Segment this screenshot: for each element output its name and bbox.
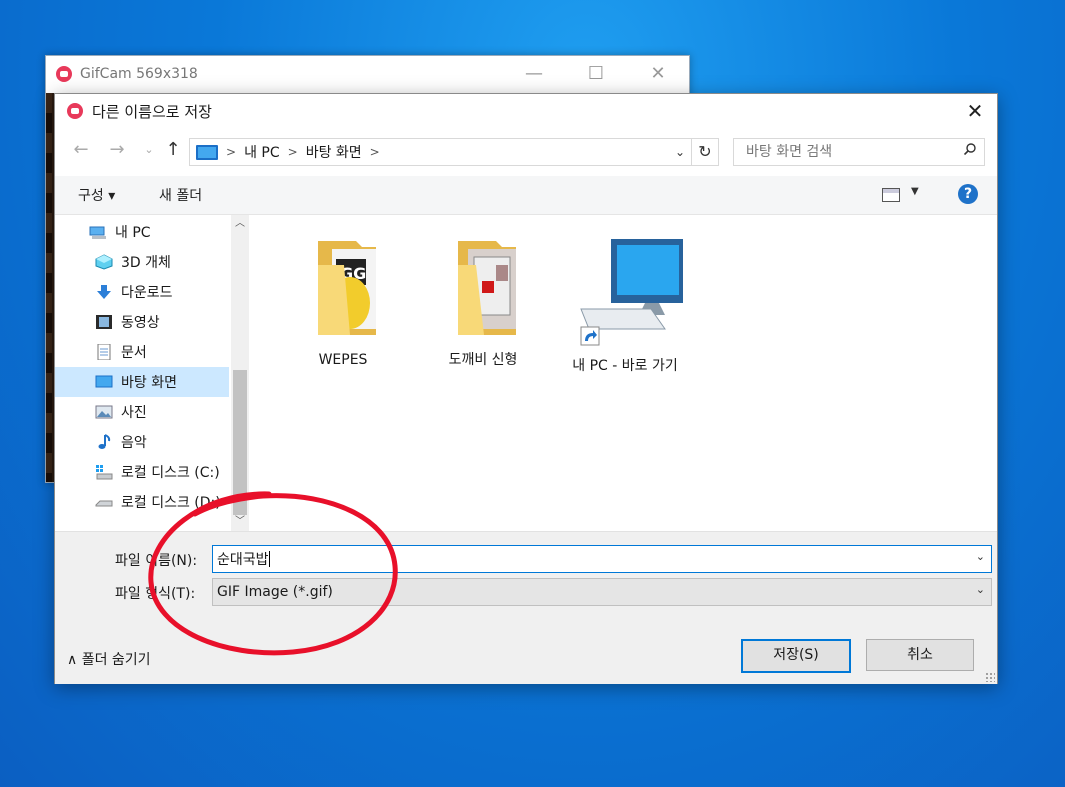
drive-d-icon bbox=[95, 494, 113, 510]
chevron-down-icon[interactable]: ⌄ bbox=[976, 583, 985, 596]
chevron-right-icon[interactable]: > bbox=[288, 145, 298, 159]
filetype-label: 파일 형식(T): bbox=[115, 586, 196, 602]
sidebar-item-pictures[interactable]: 사진 bbox=[55, 397, 229, 427]
search-icon[interactable] bbox=[964, 143, 976, 155]
scroll-down-icon[interactable]: ﹀ bbox=[231, 513, 249, 531]
sidebar-scrollbar[interactable]: ︿ ﹀ bbox=[231, 215, 249, 531]
scroll-up-icon[interactable]: ︿ bbox=[231, 215, 249, 233]
view-options-icon[interactable] bbox=[882, 188, 900, 202]
sidebar-item-label: 다운로드 bbox=[121, 285, 173, 301]
sidebar-item-music[interactable]: 음악 bbox=[55, 427, 229, 457]
navigation-bar: ← → ⌄ ↑ > 내 PC > 바탕 화면 > ⌄ ↻ bbox=[55, 132, 997, 168]
help-icon[interactable]: ? bbox=[958, 184, 978, 204]
chevron-right-icon[interactable]: > bbox=[226, 145, 236, 159]
text-cursor bbox=[268, 551, 270, 567]
sidebar-item-label: 음악 bbox=[121, 435, 147, 451]
resize-grip-icon[interactable] bbox=[985, 672, 995, 682]
organize-button[interactable]: 구성 ▾ bbox=[78, 185, 115, 205]
hide-folders-toggle[interactable]: ∧ 폴더 숨기기 bbox=[67, 649, 151, 669]
sidebar-item-label: 동영상 bbox=[121, 315, 160, 331]
sidebar-item-label: 로컬 디스크 (C:) bbox=[121, 465, 220, 481]
minimize-icon[interactable]: — bbox=[503, 56, 565, 92]
filetype-select[interactable]: GIF Image (*.gif) ⌄ bbox=[212, 578, 992, 606]
chevron-down-icon[interactable]: ⌄ bbox=[976, 550, 985, 563]
back-arrow-icon[interactable]: ← bbox=[69, 138, 93, 162]
sidebar-item-label: 3D 개체 bbox=[121, 255, 171, 271]
chevron-right-icon[interactable]: > bbox=[370, 145, 380, 159]
cube-icon bbox=[95, 254, 113, 270]
sidebar-item-label: 바탕 화면 bbox=[121, 375, 177, 391]
filename-value: 순대국밥 bbox=[217, 552, 269, 568]
search-box bbox=[733, 138, 985, 166]
navigation-pane: 내 PC 3D 개체 다운로드 동영상 문서 바탕 화면 사진 음악 로컬 디스… bbox=[55, 215, 249, 531]
save-button[interactable]: 저장(S) bbox=[741, 639, 851, 673]
gifcam-app-icon bbox=[67, 103, 83, 119]
file-item-wepes[interactable]: GG WEPES bbox=[273, 237, 413, 369]
folder-icon: GG bbox=[318, 241, 376, 335]
breadcrumb-desktop[interactable]: 바탕 화면 bbox=[306, 142, 362, 162]
sidebar-item-drive-c[interactable]: 로컬 디스크 (C:) bbox=[55, 457, 229, 487]
filetype-value: GIF Image (*.gif) bbox=[217, 584, 333, 600]
maximize-icon[interactable]: ☐ bbox=[565, 56, 627, 92]
download-icon bbox=[95, 284, 113, 300]
breadcrumb-pc[interactable]: 내 PC bbox=[244, 142, 280, 162]
sidebar-item-label: 내 PC bbox=[115, 225, 151, 241]
sidebar-item-label: 문서 bbox=[121, 345, 147, 361]
save-options-panel: 파일 이름(N): 순대국밥 ⌄ 파일 형식(T): GIF Image (*.… bbox=[55, 531, 997, 684]
desktop-icon bbox=[95, 374, 113, 390]
picture-icon bbox=[95, 404, 113, 420]
pc-icon bbox=[89, 224, 107, 240]
dialog-title: 다른 이름으로 저장 bbox=[92, 102, 212, 121]
save-as-dialog: 다른 이름으로 저장 ✕ ← → ⌄ ↑ > 내 PC > 바탕 화면 > ⌄ … bbox=[54, 93, 998, 684]
scrollbar-thumb[interactable] bbox=[233, 370, 247, 515]
close-icon[interactable]: ✕ bbox=[627, 56, 689, 92]
refresh-icon[interactable]: ↻ bbox=[691, 139, 718, 165]
gifcam-window-controls: — ☐ ✕ bbox=[503, 56, 689, 92]
new-folder-button[interactable]: 새 폴더 bbox=[159, 185, 202, 205]
folder-icon bbox=[458, 241, 516, 335]
file-name: 도깨비 신형 bbox=[448, 352, 518, 368]
file-name: WEPES bbox=[318, 352, 368, 368]
sidebar-item-drive-d[interactable]: 로컬 디스크 (D:) bbox=[55, 487, 229, 517]
pc-shortcut-icon bbox=[580, 239, 683, 346]
address-dropdown-icon[interactable]: ⌄ bbox=[670, 139, 690, 165]
sidebar-item-documents[interactable]: 문서 bbox=[55, 337, 229, 367]
view-dropdown-icon[interactable]: ▼ bbox=[911, 186, 919, 197]
filename-input[interactable]: 순대국밥 ⌄ bbox=[212, 545, 992, 573]
forward-arrow-icon[interactable]: → bbox=[105, 138, 129, 162]
sidebar-item-label: 사진 bbox=[121, 405, 147, 421]
gifcam-preview-strip bbox=[46, 93, 52, 482]
file-name: 내 PC - 바로 가기 bbox=[572, 358, 678, 374]
document-icon bbox=[95, 343, 113, 361]
file-item-my-pc-shortcut[interactable]: 내 PC - 바로 가기 bbox=[555, 237, 695, 375]
gifcam-logo-icon bbox=[56, 66, 72, 82]
filename-label: 파일 이름(N): bbox=[115, 553, 198, 569]
command-toolbar: 구성 ▾ 새 폴더 ▼ ? bbox=[55, 176, 997, 215]
music-icon bbox=[95, 434, 113, 450]
file-item-dokkaebi[interactable]: 도깨비 신형 bbox=[413, 237, 553, 369]
search-input[interactable] bbox=[744, 139, 948, 165]
gifcam-title: GifCam 569x318 bbox=[80, 66, 198, 82]
address-bar[interactable]: > 내 PC > 바탕 화면 > ⌄ ↻ bbox=[189, 138, 719, 166]
file-list: GG WEPES 도깨비 신형 내 PC - 바로 가기 bbox=[253, 215, 993, 531]
sidebar-item-label: 로컬 디스크 (D:) bbox=[121, 495, 221, 511]
pc-icon bbox=[196, 144, 218, 160]
sidebar-item-3d-objects[interactable]: 3D 개체 bbox=[55, 247, 229, 277]
up-arrow-icon[interactable]: ↑ bbox=[161, 138, 185, 162]
video-icon bbox=[95, 314, 113, 330]
drive-c-icon bbox=[95, 464, 113, 480]
dialog-close-button[interactable]: ✕ bbox=[953, 94, 997, 128]
recent-dropdown-icon[interactable]: ⌄ bbox=[137, 138, 161, 162]
sidebar-item-my-pc[interactable]: 내 PC bbox=[55, 217, 229, 247]
sidebar-item-desktop[interactable]: 바탕 화면 bbox=[55, 367, 229, 397]
dialog-titlebar[interactable]: 다른 이름으로 저장 bbox=[55, 94, 997, 128]
sidebar-item-videos[interactable]: 동영상 bbox=[55, 307, 229, 337]
cancel-button[interactable]: 취소 bbox=[866, 639, 974, 671]
sidebar-item-downloads[interactable]: 다운로드 bbox=[55, 277, 229, 307]
